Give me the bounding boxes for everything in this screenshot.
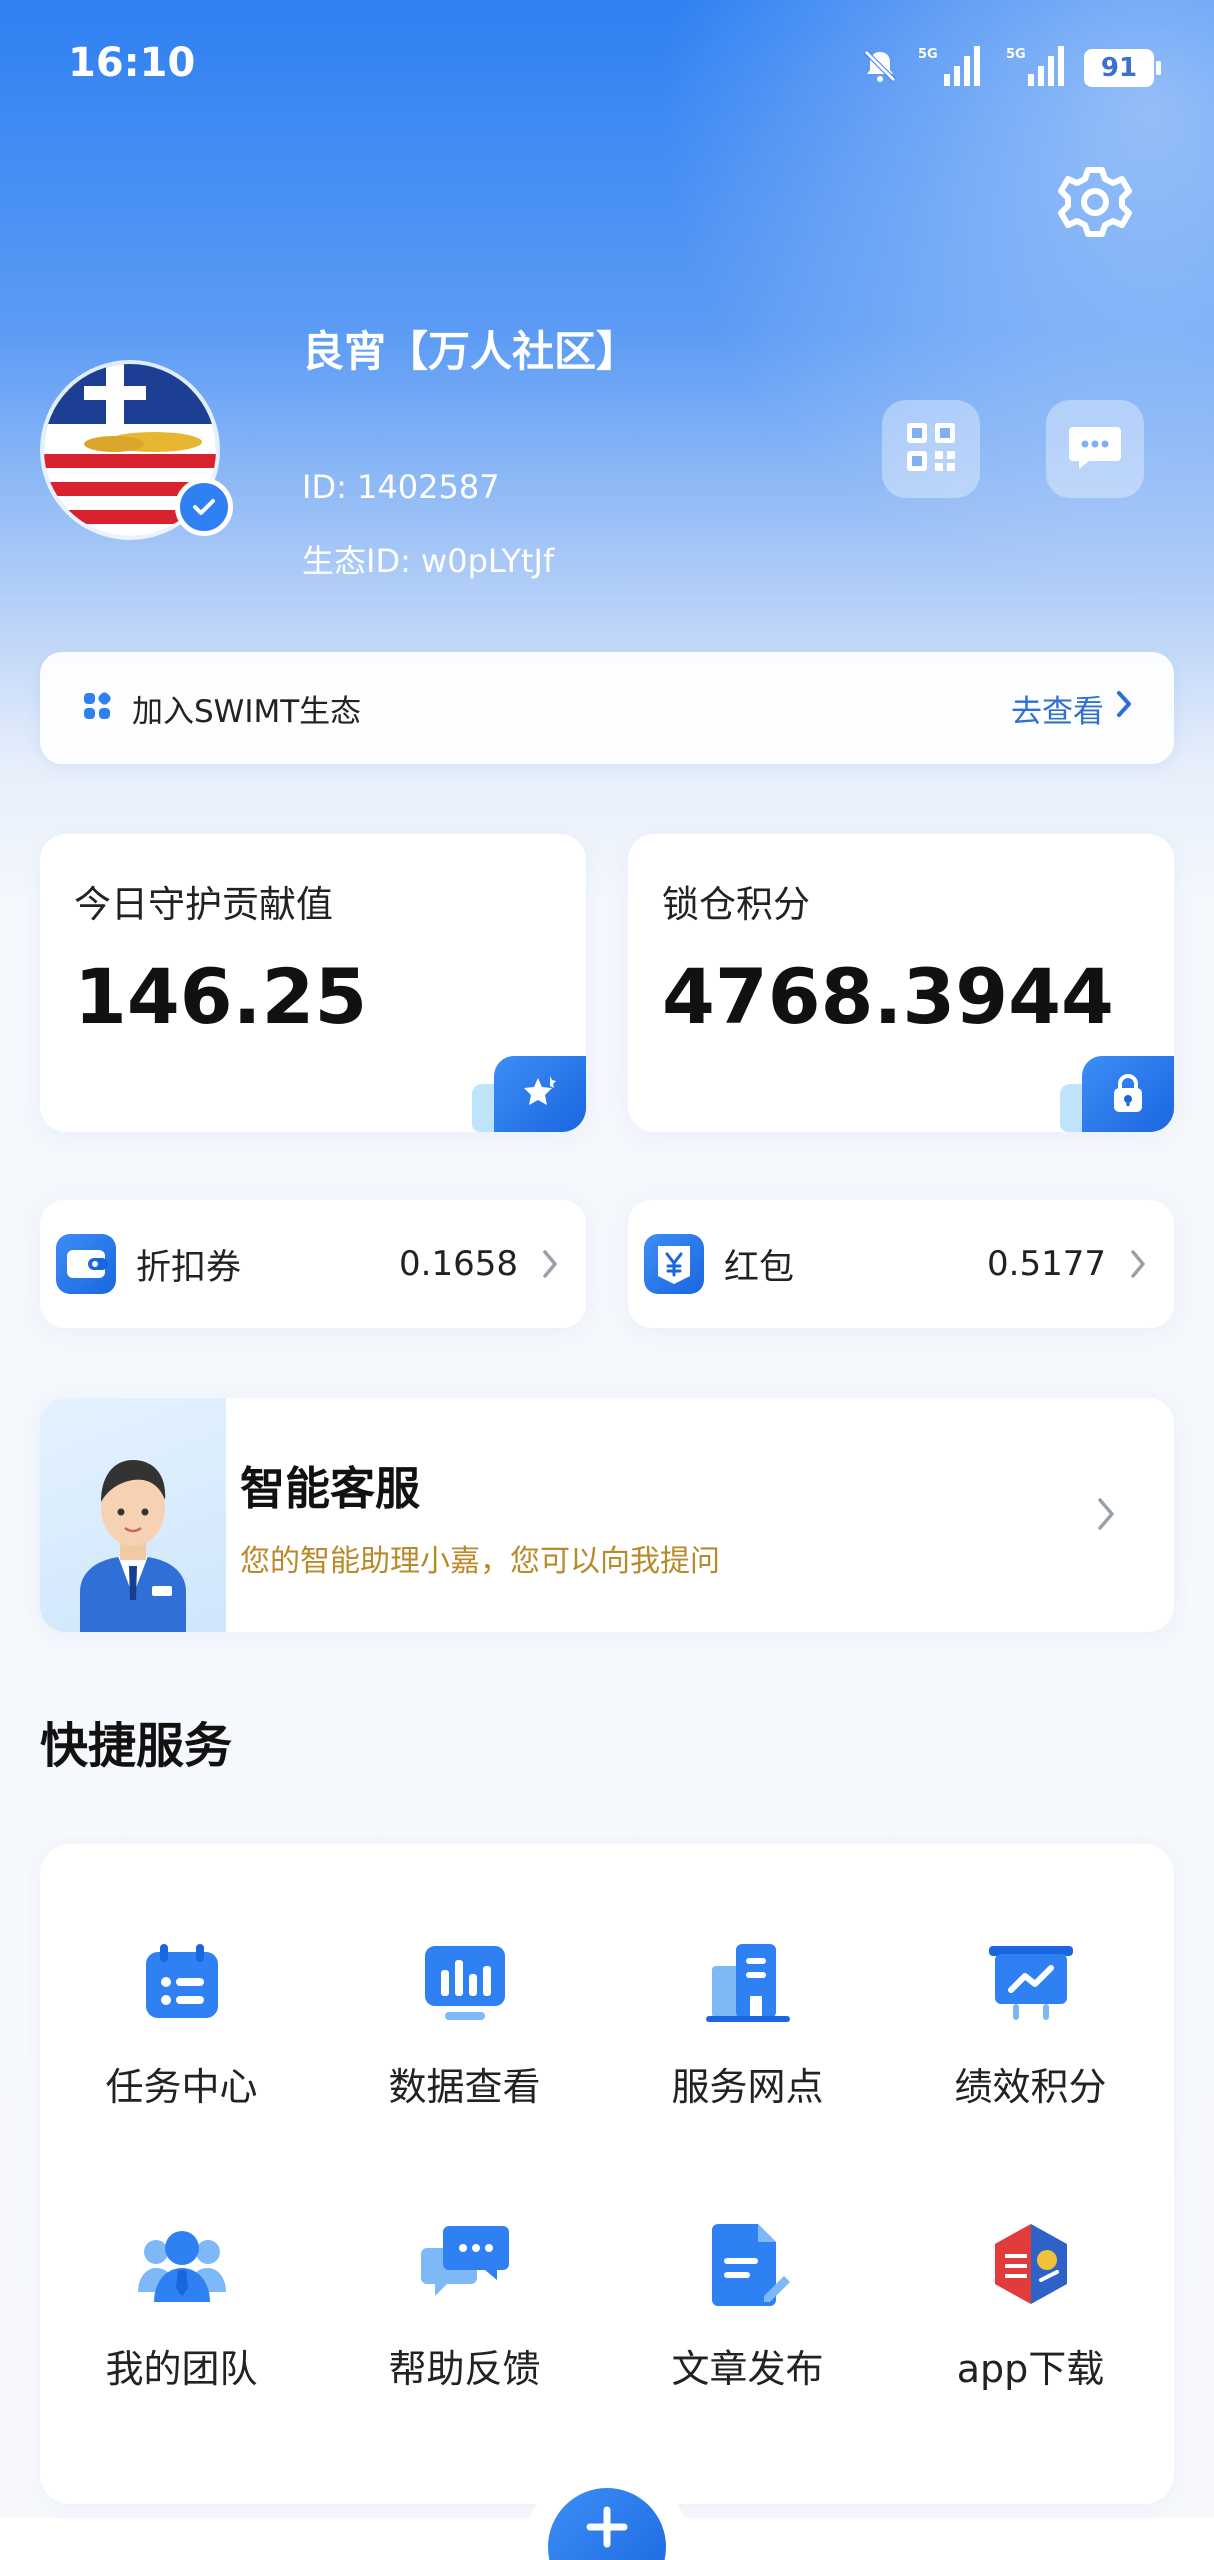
- join-ecosystem-bar[interactable]: 加入SWIMT生态 去查看: [40, 652, 1174, 764]
- view-link[interactable]: 去查看: [1011, 686, 1134, 731]
- assistant-avatar: [40, 1398, 226, 1632]
- status-icons: 5G 5G 91: [860, 44, 1161, 92]
- service-label: 服务网点: [671, 2065, 824, 2109]
- qr-code-button[interactable]: [882, 400, 980, 498]
- coupon-label: 折扣券: [136, 1247, 242, 1288]
- user-id: ID: 1402587: [302, 468, 500, 506]
- contribution-label: 今日守护贡献值: [74, 883, 333, 926]
- presentation-chart-icon: [985, 1936, 1077, 2028]
- service-data-view[interactable]: 数据查看: [323, 1884, 606, 2144]
- red-packet-value: 0.5177: [987, 1244, 1106, 1284]
- battery-icon: 91: [1084, 49, 1161, 87]
- red-packet-card[interactable]: 红包 0.5177: [628, 1200, 1174, 1328]
- chevron-right-icon: [1114, 689, 1134, 727]
- quick-services-panel: 任务中心 数据查看 服务网点 绩效积分 我的团队 帮助反馈 文章发布 app下载: [40, 1844, 1174, 2504]
- verified-badge-icon: [175, 478, 233, 536]
- grid-dots-icon: [80, 689, 114, 727]
- team-icon: [136, 2218, 228, 2310]
- plus-icon: [548, 2488, 666, 2560]
- profile-page: 16:10 5G 5G 91 良宵【万人社区】 ID: 1402587 生态ID…: [0, 0, 1214, 2560]
- bar-chart-icon: [419, 1936, 511, 2028]
- smart-service-card[interactable]: 智能客服 您的智能助理小嘉，您可以向我提问: [40, 1398, 1174, 1632]
- service-app-download[interactable]: app下载: [889, 2166, 1172, 2426]
- coupon-card[interactable]: 折扣券 0.1658: [40, 1200, 586, 1328]
- service-my-team[interactable]: 我的团队: [40, 2166, 323, 2426]
- service-help-feedback[interactable]: 帮助反馈: [323, 2166, 606, 2426]
- contribution-card[interactable]: 今日守护贡献值 146.25: [40, 834, 586, 1132]
- building-icon: [702, 1936, 794, 2028]
- join-text: 加入SWIMT生态: [132, 693, 362, 730]
- chevron-right-icon: [1094, 1494, 1118, 1538]
- service-task-center[interactable]: 任务中心: [40, 1884, 323, 2144]
- svg-text:5G: 5G: [1006, 47, 1026, 62]
- app-logo-icon: [985, 2218, 1077, 2310]
- service-label: app下载: [956, 2347, 1105, 2391]
- locked-points-label: 锁仓积分: [662, 883, 810, 926]
- signal-icon: 5G: [918, 44, 988, 92]
- service-performance-points[interactable]: 绩效积分: [889, 1884, 1172, 2144]
- settings-button[interactable]: [1055, 162, 1135, 242]
- service-label: 绩效积分: [954, 2065, 1107, 2109]
- locked-points-value: 4768.3944: [662, 952, 1114, 1041]
- locked-points-card[interactable]: 锁仓积分 4768.3944: [628, 834, 1174, 1132]
- service-outlets[interactable]: 服务网点: [606, 1884, 889, 2144]
- coupon-value: 0.1658: [399, 1244, 518, 1284]
- assistant-title: 智能客服: [240, 1462, 421, 1515]
- signal-icon: 5G: [1006, 44, 1066, 92]
- qr-code-icon: [901, 417, 961, 481]
- star-badge-icon: [494, 1056, 586, 1132]
- lock-bag-icon: [1082, 1056, 1174, 1132]
- service-label: 数据查看: [388, 2065, 541, 2109]
- document-edit-icon: [702, 2218, 794, 2310]
- service-article-publish[interactable]: 文章发布: [606, 2166, 889, 2426]
- chevron-right-icon: [1128, 1247, 1148, 1281]
- assistant-description: 您的智能助理小嘉，您可以向我提问: [240, 1544, 720, 1579]
- view-link-label: 去查看: [1011, 693, 1104, 730]
- wallet-icon: [56, 1234, 116, 1294]
- status-bar: 16:10 5G 5G 91: [0, 0, 1214, 130]
- svg-text:5G: 5G: [918, 47, 938, 62]
- gear-icon: [1055, 167, 1135, 246]
- chat-bubbles-icon: [419, 2218, 511, 2310]
- eco-id: 生态ID: w0pLYtJf: [302, 542, 555, 580]
- status-time: 16:10: [68, 40, 196, 86]
- chat-bubble-icon: [1065, 417, 1125, 481]
- bell-off-icon: [860, 46, 900, 90]
- chevron-right-icon: [540, 1247, 560, 1281]
- quick-services-title: 快捷服务: [40, 1718, 233, 1774]
- service-label: 任务中心: [105, 2065, 258, 2109]
- user-name: 良宵【万人社区】: [302, 327, 639, 376]
- service-label: 帮助反馈: [388, 2347, 541, 2391]
- service-label: 我的团队: [105, 2347, 258, 2391]
- service-label: 文章发布: [671, 2347, 824, 2391]
- calendar-list-icon: [136, 1936, 228, 2028]
- message-button[interactable]: [1046, 400, 1144, 498]
- yuan-icon: [644, 1234, 704, 1294]
- contribution-value: 146.25: [74, 952, 368, 1041]
- red-packet-label: 红包: [724, 1247, 795, 1288]
